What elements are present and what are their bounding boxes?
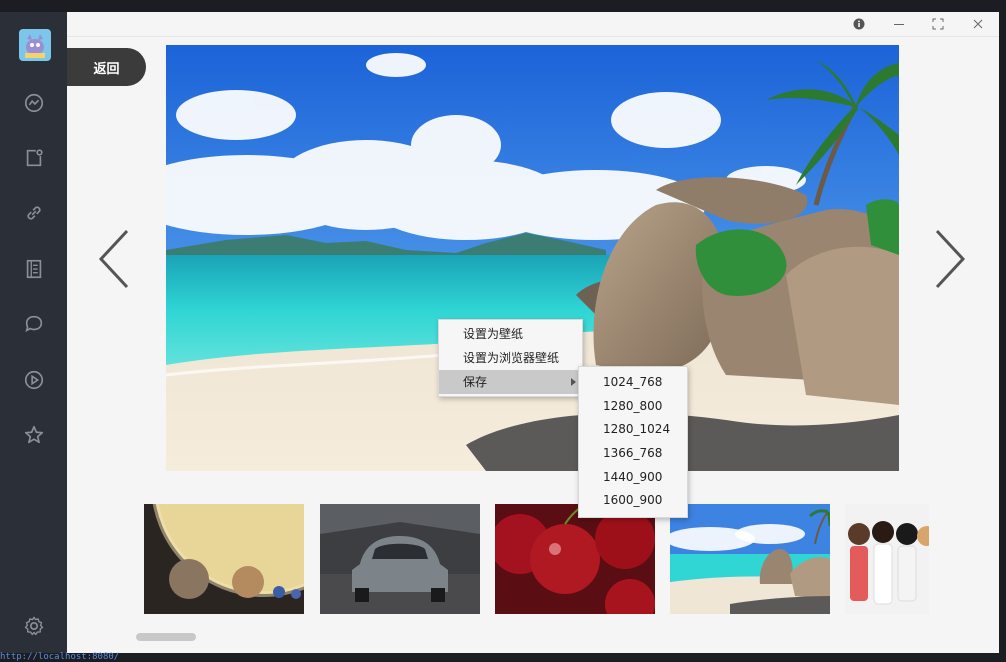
info-button[interactable] xyxy=(850,16,868,32)
submenu-item-1280x800[interactable]: 1280_800 xyxy=(579,395,687,419)
menu-item-set-browser-wallpaper[interactable]: 设置为浏览器壁纸 xyxy=(439,346,582,370)
wallpaper-preview[interactable] xyxy=(166,45,899,471)
minimize-button[interactable] xyxy=(890,16,908,32)
thumbnail-scrollbar[interactable] xyxy=(136,633,196,641)
thumbnail-beach[interactable] xyxy=(670,504,830,614)
close-icon xyxy=(973,19,983,29)
play-icon xyxy=(24,370,44,390)
sidebar-item-book[interactable] xyxy=(23,258,45,280)
submenu-item-1366x768[interactable]: 1366_768 xyxy=(579,442,687,466)
menu-item-set-wallpaper[interactable]: 设置为壁纸 xyxy=(439,322,582,346)
thumbnail-planets[interactable] xyxy=(144,504,304,614)
chevron-left-icon xyxy=(98,229,129,289)
context-menu: 设置为壁纸 设置为浏览器壁纸 保存 xyxy=(438,319,583,397)
sidebar-item-link[interactable] xyxy=(23,202,45,224)
chevron-right-icon xyxy=(935,229,966,289)
chat-icon xyxy=(25,315,43,332)
next-image-button[interactable] xyxy=(933,228,967,290)
sidebar-item-notification[interactable] xyxy=(23,147,45,169)
sidebar-item-play[interactable] xyxy=(23,369,45,391)
prev-image-button[interactable] xyxy=(97,228,131,290)
sidebar-item-chat[interactable] xyxy=(23,313,45,335)
sidebar xyxy=(0,12,67,653)
thumbnail-sports-car[interactable] xyxy=(320,504,480,614)
sidebar-item-trend[interactable] xyxy=(23,92,45,114)
maximize-icon xyxy=(932,18,944,30)
sidebar-item-star[interactable] xyxy=(23,424,45,446)
submenu-arrow-icon xyxy=(571,378,576,386)
app-logo[interactable] xyxy=(19,29,51,61)
link-icon xyxy=(27,206,41,220)
menu-item-save[interactable]: 保存 xyxy=(439,370,582,394)
thumbnail-anime-girls[interactable] xyxy=(845,504,929,614)
back-button[interactable]: 返回 xyxy=(67,48,146,86)
minimize-icon xyxy=(894,24,904,25)
submenu-item-1024x768[interactable]: 1024_768 xyxy=(579,371,687,395)
submenu-item-1440x900[interactable]: 1440_900 xyxy=(579,466,687,490)
star-icon xyxy=(24,425,44,444)
book-icon xyxy=(26,259,42,279)
maximize-button[interactable] xyxy=(929,16,947,32)
settings-button[interactable] xyxy=(23,615,45,637)
submenu-item-1600x900[interactable]: 1600_900 xyxy=(579,489,687,513)
trend-icon xyxy=(24,93,44,113)
save-resolution-submenu: 1024_768 1280_800 1280_1024 1366_768 144… xyxy=(578,366,688,519)
info-icon xyxy=(853,18,865,30)
submenu-item-1280x1024[interactable]: 1280_1024 xyxy=(579,418,687,442)
close-button[interactable] xyxy=(969,16,987,32)
title-bar xyxy=(67,12,999,37)
notification-icon xyxy=(26,149,43,167)
gear-icon xyxy=(24,616,44,636)
thumbnail-cherries[interactable] xyxy=(495,504,655,614)
menu-item-save-label: 保存 xyxy=(463,375,488,389)
